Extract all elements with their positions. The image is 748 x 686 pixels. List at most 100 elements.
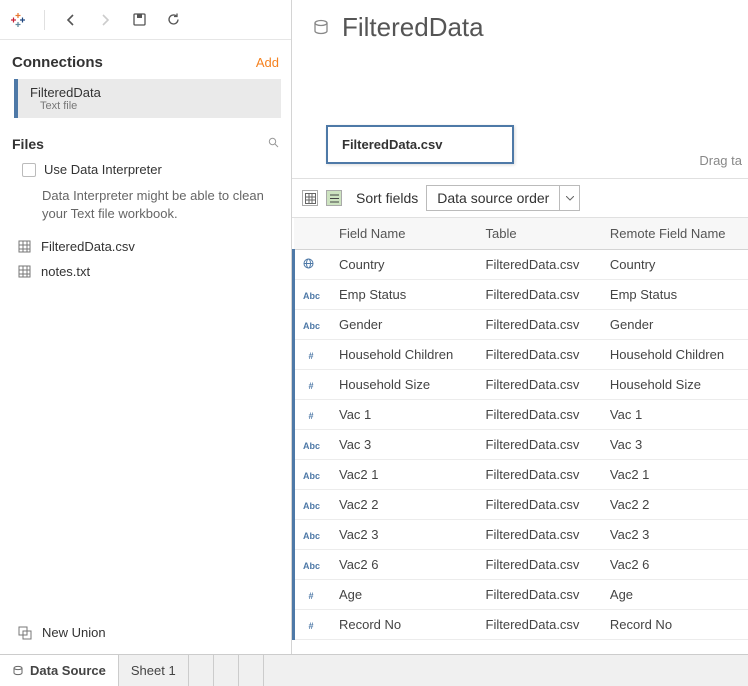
table-row[interactable]: #Vac 1FilteredData.csvVac 1 bbox=[294, 400, 748, 430]
connection-item[interactable]: FilteredData Text file bbox=[14, 79, 281, 118]
field-type-icon: Abc bbox=[294, 310, 330, 340]
table-cell: FilteredData.csv bbox=[476, 340, 600, 370]
field-name-cell: Age bbox=[329, 580, 476, 610]
tab-data-source[interactable]: Data Source bbox=[0, 655, 119, 686]
connection-name: FilteredData bbox=[30, 85, 269, 100]
table-icon bbox=[18, 265, 31, 278]
field-type-icon: Abc bbox=[294, 460, 330, 490]
field-type-icon: # bbox=[294, 610, 330, 640]
table-row[interactable]: AbcVac2 1FilteredData.csvVac2 1 bbox=[294, 460, 748, 490]
file-name: notes.txt bbox=[41, 264, 90, 279]
data-interpreter-row[interactable]: Use Data Interpreter bbox=[0, 158, 291, 187]
remote-cell: Household Size bbox=[600, 370, 748, 400]
remote-cell: Vac2 1 bbox=[600, 460, 748, 490]
new-union-button[interactable]: New Union bbox=[0, 615, 291, 654]
col-remote-field[interactable]: Remote Field Name bbox=[600, 218, 748, 250]
connections-header: Connections Add bbox=[0, 40, 291, 79]
table-row[interactable]: CountryFilteredData.csvCountry bbox=[294, 250, 748, 280]
left-pane: Connections Add FilteredData Text file F… bbox=[0, 0, 292, 654]
field-name-cell: Vac 3 bbox=[329, 430, 476, 460]
chevron-down-icon bbox=[559, 186, 579, 210]
field-type-icon: # bbox=[294, 400, 330, 430]
datasource-title-row: FilteredData bbox=[292, 0, 748, 49]
new-story-button[interactable] bbox=[239, 655, 264, 686]
datasource-tab-icon bbox=[12, 665, 24, 677]
back-icon[interactable] bbox=[63, 12, 79, 28]
field-name-cell: Vac 1 bbox=[329, 400, 476, 430]
table-row[interactable]: #Record NoFilteredData.csvRecord No bbox=[294, 610, 748, 640]
tableau-logo-icon[interactable] bbox=[10, 12, 26, 28]
table-row[interactable]: AbcVac2 3FilteredData.csvVac2 3 bbox=[294, 520, 748, 550]
field-type-icon: Abc bbox=[294, 430, 330, 460]
save-icon[interactable] bbox=[131, 12, 147, 28]
col-table[interactable]: Table bbox=[476, 218, 600, 250]
remote-cell: Vac2 2 bbox=[600, 490, 748, 520]
drag-hint: Drag ta bbox=[699, 153, 742, 168]
data-interpreter-checkbox[interactable] bbox=[22, 163, 36, 177]
tab-sheet-1[interactable]: Sheet 1 bbox=[119, 655, 189, 686]
col-field-name[interactable]: Field Name bbox=[329, 218, 476, 250]
field-name-cell: Household Size bbox=[329, 370, 476, 400]
table-row[interactable]: AbcGenderFilteredData.csvGender bbox=[294, 310, 748, 340]
connections-title: Connections bbox=[12, 54, 103, 71]
table-row[interactable]: #AgeFilteredData.csvAge bbox=[294, 580, 748, 610]
field-name-cell: Vac2 1 bbox=[329, 460, 476, 490]
top-toolbar bbox=[0, 0, 291, 40]
datasource-title[interactable]: FilteredData bbox=[342, 12, 484, 43]
table-cell: FilteredData.csv bbox=[476, 460, 600, 490]
remote-cell: Country bbox=[600, 250, 748, 280]
sheet-tabs: Data Source Sheet 1 bbox=[0, 654, 748, 686]
list-view-icon[interactable] bbox=[326, 190, 342, 206]
table-row[interactable]: AbcVac2 6FilteredData.csvVac2 6 bbox=[294, 550, 748, 580]
connection-type: Text file bbox=[30, 100, 269, 112]
new-worksheet-button[interactable] bbox=[189, 655, 214, 686]
field-type-icon: Abc bbox=[294, 550, 330, 580]
search-files-icon[interactable] bbox=[268, 137, 279, 151]
remote-cell: Record No bbox=[600, 610, 748, 640]
table-row[interactable]: AbcVac 3FilteredData.csvVac 3 bbox=[294, 430, 748, 460]
remote-cell: Gender bbox=[600, 310, 748, 340]
table-cell: FilteredData.csv bbox=[476, 250, 600, 280]
table-row[interactable]: #Household ChildrenFilteredData.csvHouse… bbox=[294, 340, 748, 370]
grid-header-row: Field Name Table Remote Field Name bbox=[294, 218, 748, 250]
field-name-cell: Vac2 3 bbox=[329, 520, 476, 550]
table-cell: FilteredData.csv bbox=[476, 280, 600, 310]
union-icon bbox=[18, 626, 32, 640]
field-type-icon: # bbox=[294, 580, 330, 610]
table-cell: FilteredData.csv bbox=[476, 310, 600, 340]
field-type-icon: # bbox=[294, 340, 330, 370]
add-connection-link[interactable]: Add bbox=[256, 55, 279, 70]
table-cell: FilteredData.csv bbox=[476, 430, 600, 460]
files-title: Files bbox=[12, 136, 44, 152]
table-icon bbox=[18, 240, 31, 253]
remote-cell: Vac 3 bbox=[600, 430, 748, 460]
remote-cell: Vac2 6 bbox=[600, 550, 748, 580]
grid-view-icon[interactable] bbox=[302, 190, 318, 206]
datasource-icon bbox=[312, 19, 330, 37]
field-type-icon: # bbox=[294, 370, 330, 400]
file-name: FilteredData.csv bbox=[41, 239, 135, 254]
forward-icon[interactable] bbox=[97, 12, 113, 28]
table-row[interactable]: AbcEmp StatusFilteredData.csvEmp Status bbox=[294, 280, 748, 310]
tab-label: Data Source bbox=[30, 663, 106, 678]
field-type-icon: Abc bbox=[294, 520, 330, 550]
field-name-cell: Emp Status bbox=[329, 280, 476, 310]
table-row[interactable]: #Household SizeFilteredData.csvHousehold… bbox=[294, 370, 748, 400]
refresh-icon[interactable] bbox=[165, 12, 181, 28]
field-type-icon bbox=[294, 250, 330, 280]
file-item[interactable]: notes.txt bbox=[0, 259, 291, 284]
sort-order-dropdown[interactable]: Data source order bbox=[426, 185, 580, 211]
table-cell: FilteredData.csv bbox=[476, 610, 600, 640]
field-name-cell: Gender bbox=[329, 310, 476, 340]
sort-order-value: Data source order bbox=[427, 190, 559, 206]
field-name-cell: Household Children bbox=[329, 340, 476, 370]
table-cell: FilteredData.csv bbox=[476, 370, 600, 400]
field-type-icon: Abc bbox=[294, 490, 330, 520]
join-canvas[interactable]: FilteredData.csv Drag ta bbox=[292, 49, 748, 179]
table-pill[interactable]: FilteredData.csv bbox=[326, 125, 514, 164]
file-item[interactable]: FilteredData.csv bbox=[0, 234, 291, 259]
new-dashboard-button[interactable] bbox=[214, 655, 239, 686]
table-row[interactable]: AbcVac2 2FilteredData.csvVac2 2 bbox=[294, 490, 748, 520]
field-name-cell: Vac2 2 bbox=[329, 490, 476, 520]
field-name-cell: Vac2 6 bbox=[329, 550, 476, 580]
